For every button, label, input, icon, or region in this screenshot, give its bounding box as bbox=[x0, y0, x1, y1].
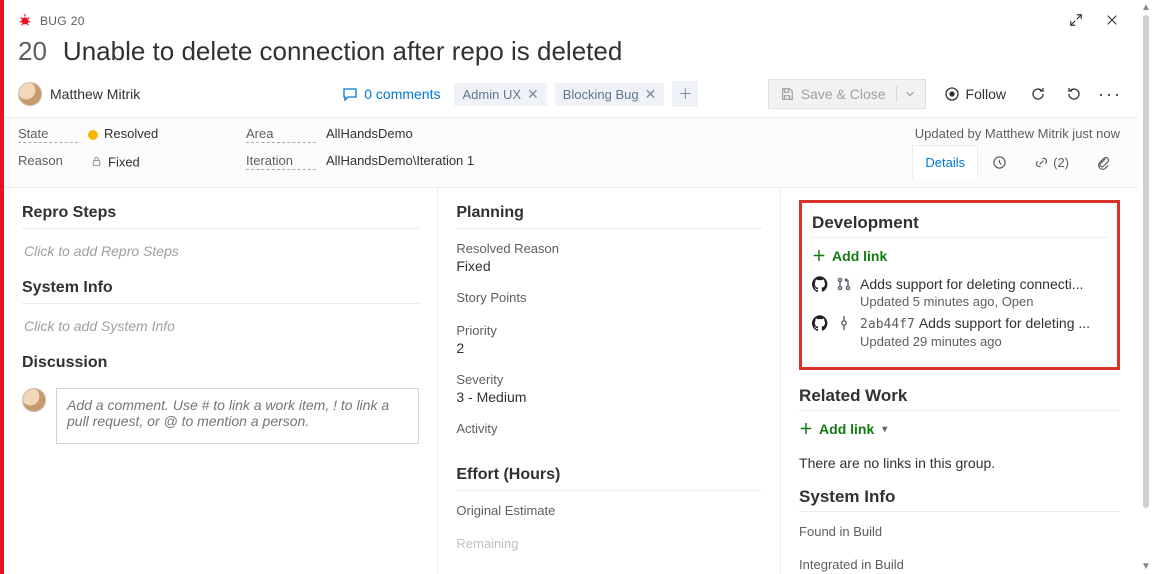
area-value[interactable]: AllHandsDemo bbox=[326, 126, 586, 143]
state-value[interactable]: Resolved bbox=[88, 126, 228, 143]
work-item-title[interactable]: Unable to delete connection after repo i… bbox=[63, 36, 622, 67]
development-panel: Development ＋ Add link Adds support for … bbox=[799, 200, 1120, 370]
follow-button[interactable]: Follow bbox=[934, 80, 1016, 108]
section-effort: Effort (Hours) bbox=[456, 466, 762, 491]
lock-icon bbox=[88, 153, 104, 169]
priority-value[interactable]: 2 bbox=[456, 338, 762, 360]
original-estimate-label: Original Estimate bbox=[456, 503, 762, 518]
github-icon bbox=[812, 276, 828, 292]
section-system-info: System Info bbox=[22, 279, 419, 304]
scroll-up-icon[interactable]: ▲ bbox=[1141, 2, 1151, 13]
related-empty-text: There are no links in this group. bbox=[799, 449, 1120, 471]
found-in-build-label: Found in Build bbox=[799, 524, 1120, 539]
work-item-type: BUG 20 bbox=[40, 12, 85, 28]
plus-icon: ＋ bbox=[799, 419, 813, 439]
tag-blocking-bug[interactable]: Blocking Bug ✕ bbox=[555, 83, 665, 106]
activity-value[interactable] bbox=[456, 436, 762, 442]
more-actions-button[interactable]: ··· bbox=[1096, 80, 1124, 108]
add-tag-button[interactable]: ＋ bbox=[672, 81, 698, 107]
remaining-label: Remaining bbox=[456, 536, 762, 551]
resolved-reason-value[interactable]: Fixed bbox=[456, 256, 762, 278]
commit-icon bbox=[836, 315, 852, 331]
comment-icon bbox=[342, 86, 358, 102]
integrated-in-build-label: Integrated in Build bbox=[799, 557, 1120, 572]
close-button[interactable] bbox=[1098, 6, 1126, 34]
section-planning: Planning bbox=[456, 204, 762, 229]
save-and-close-button[interactable]: Save & Close bbox=[768, 79, 926, 109]
history-icon bbox=[991, 154, 1007, 170]
scrollbar-thumb[interactable] bbox=[1143, 15, 1149, 508]
tab-attachments[interactable] bbox=[1082, 145, 1124, 179]
system-info-input[interactable]: Click to add System Info bbox=[22, 310, 419, 354]
avatar[interactable] bbox=[18, 82, 42, 106]
found-in-build-value[interactable] bbox=[799, 539, 1120, 545]
reason-label: Reason bbox=[18, 153, 78, 170]
avatar bbox=[22, 388, 46, 412]
save-icon bbox=[779, 86, 795, 102]
severity-value[interactable]: 3 - Medium bbox=[456, 387, 762, 409]
plus-icon: ＋ bbox=[812, 246, 826, 266]
repro-steps-input[interactable]: Click to add Repro Steps bbox=[22, 235, 419, 279]
bug-icon bbox=[18, 13, 32, 27]
work-item-id: 20 bbox=[18, 36, 47, 67]
dev-link-commit[interactable]: 2ab44f7Adds support for deleting ... Upd… bbox=[812, 315, 1107, 349]
dev-add-link-button[interactable]: ＋ Add link bbox=[812, 246, 1107, 266]
section-related-work: Related Work bbox=[799, 386, 1120, 406]
original-estimate-value[interactable] bbox=[456, 518, 762, 524]
dev-link-pr[interactable]: Adds support for deleting connecti... Up… bbox=[812, 276, 1107, 309]
tab-history[interactable] bbox=[978, 145, 1020, 179]
activity-label: Activity bbox=[456, 421, 762, 436]
fullscreen-button[interactable] bbox=[1062, 6, 1090, 34]
severity-label: Severity bbox=[456, 372, 762, 387]
assignee-name[interactable]: Matthew Mitrik bbox=[50, 86, 140, 102]
priority-label: Priority bbox=[456, 323, 762, 338]
section-discussion: Discussion bbox=[22, 354, 419, 378]
discussion-input[interactable] bbox=[56, 388, 419, 444]
tag-remove-icon[interactable]: ✕ bbox=[527, 87, 539, 101]
tab-links[interactable]: (2) bbox=[1020, 145, 1082, 179]
tag-admin-ux[interactable]: Admin UX ✕ bbox=[454, 83, 546, 106]
scroll-down-icon[interactable]: ▼ bbox=[1141, 561, 1151, 572]
resolved-reason-label: Resolved Reason bbox=[456, 241, 762, 256]
vertical-scrollbar[interactable]: ▲ ▼ bbox=[1138, 0, 1154, 574]
chevron-down-icon: ▾ bbox=[882, 424, 887, 435]
tag-remove-icon[interactable]: ✕ bbox=[645, 87, 657, 101]
comments-button[interactable]: 0 comments bbox=[336, 82, 446, 106]
refresh-button[interactable] bbox=[1024, 80, 1052, 108]
area-label: Area bbox=[246, 126, 316, 143]
section-system-info-right: System Info bbox=[799, 487, 1120, 507]
follow-icon bbox=[944, 86, 960, 102]
story-points-value[interactable] bbox=[456, 305, 762, 311]
chevron-down-icon[interactable] bbox=[896, 86, 915, 102]
section-repro-steps: Repro Steps bbox=[22, 204, 419, 229]
related-add-link-button[interactable]: ＋ Add link ▾ bbox=[799, 419, 1120, 439]
iteration-label: Iteration bbox=[246, 153, 316, 170]
updated-text: Updated by Matthew Mitrik just now bbox=[915, 126, 1124, 141]
pull-request-icon bbox=[836, 276, 852, 292]
state-label: State bbox=[18, 126, 78, 143]
reason-value[interactable]: Fixed bbox=[88, 153, 228, 170]
state-dot-icon bbox=[88, 130, 98, 140]
attachment-icon bbox=[1095, 154, 1111, 170]
tab-details[interactable]: Details bbox=[912, 145, 978, 179]
section-development: Development bbox=[812, 213, 1107, 233]
link-icon bbox=[1033, 154, 1049, 170]
github-icon bbox=[812, 315, 828, 331]
iteration-value[interactable]: AllHandsDemo\Iteration 1 bbox=[326, 153, 586, 170]
revert-button[interactable] bbox=[1060, 80, 1088, 108]
story-points-label: Story Points bbox=[456, 290, 762, 305]
